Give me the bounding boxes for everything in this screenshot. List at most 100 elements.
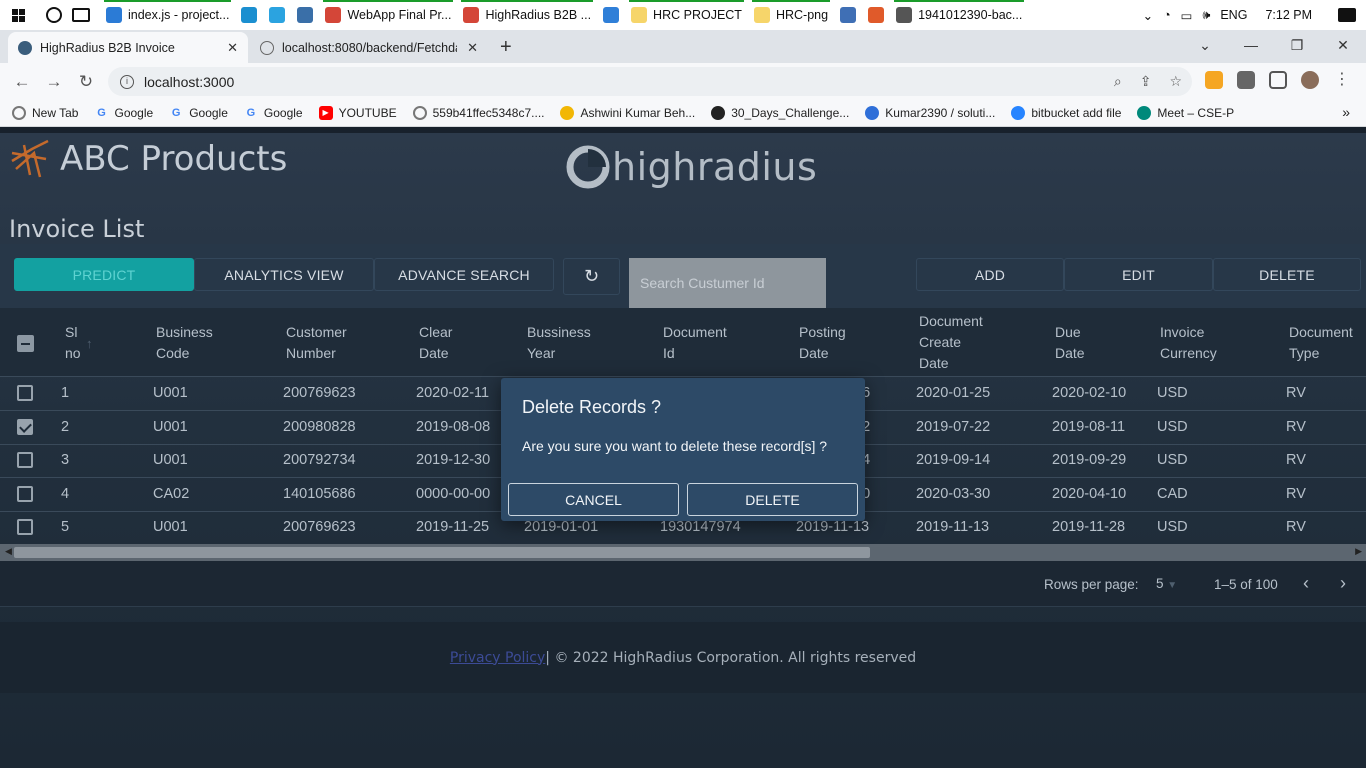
taskbar-app[interactable]: HighRadius B2B ... xyxy=(457,0,597,30)
language-indicator[interactable]: ENG xyxy=(1220,8,1247,22)
windows-start-button[interactable] xyxy=(0,8,36,22)
taskbar-app[interactable] xyxy=(235,0,263,30)
taskbar-app[interactable] xyxy=(834,0,862,30)
taskbar-app[interactable]: HRC-png xyxy=(748,0,834,30)
back-button[interactable]: ← xyxy=(6,72,38,92)
next-page-icon[interactable]: › xyxy=(1340,573,1346,594)
extension-icon[interactable] xyxy=(1205,71,1223,89)
refresh-icon[interactable]: ↻ xyxy=(563,258,620,295)
forward-button[interactable]: → xyxy=(38,72,70,92)
new-tab-button[interactable]: + xyxy=(500,36,512,59)
row-checkbox[interactable] xyxy=(17,385,33,401)
scroll-left-icon[interactable]: ◀ xyxy=(5,546,12,557)
row-checkbox[interactable] xyxy=(17,452,33,468)
notifications-icon[interactable] xyxy=(1338,8,1356,22)
table-cell: U001 xyxy=(153,385,188,401)
row-checkbox[interactable] xyxy=(17,418,33,435)
previous-page-icon[interactable]: ‹ xyxy=(1303,573,1309,594)
bookmark-item[interactable]: G Google xyxy=(244,106,303,120)
horizontal-scrollbar[interactable]: ◀ ▶ xyxy=(0,544,1366,561)
bookmark-item[interactable]: G Google xyxy=(169,106,228,120)
table-cell: U001 xyxy=(153,519,188,535)
bookmark-label: Kumar2390 / soluti... xyxy=(885,106,996,120)
column-header[interactable]: Sl no xyxy=(65,322,81,364)
advance-search-button[interactable]: Advance Search xyxy=(374,258,554,291)
column-header[interactable]: Document Id xyxy=(663,322,727,364)
select-all-checkbox[interactable] xyxy=(17,335,34,352)
cortana-icon[interactable] xyxy=(46,7,62,23)
column-header[interactable]: Bussiness Year xyxy=(527,322,591,364)
column-header[interactable]: Document Type xyxy=(1289,322,1353,364)
address-bar[interactable]: i localhost:3000 ⌕ ⇪ ☆ xyxy=(108,67,1192,96)
taskbar-app[interactable] xyxy=(597,0,625,30)
taskbar-app[interactable]: 1941012390-bac... xyxy=(890,0,1028,30)
minimize-button[interactable]: — xyxy=(1228,30,1274,60)
column-header[interactable]: Business Code xyxy=(156,322,213,364)
task-view-icon[interactable] xyxy=(72,8,90,22)
bookmark-item[interactable]: ▶ YOUTUBE xyxy=(318,106,397,120)
predict-button[interactable]: Predict xyxy=(14,258,194,291)
chevron-right-icon[interactable]: » xyxy=(1342,104,1350,120)
edit-button[interactable]: Edit xyxy=(1064,258,1213,291)
row-checkbox[interactable] xyxy=(17,485,33,502)
table-cell: RV xyxy=(1286,485,1306,502)
share-icon[interactable]: ⇪ xyxy=(1140,73,1152,90)
search-customer-input[interactable]: Search Custumer Id xyxy=(629,258,826,308)
rows-per-page-select[interactable]: 5 ▼ xyxy=(1156,576,1177,591)
avatar[interactable] xyxy=(1301,71,1319,89)
close-tab-icon[interactable]: ✕ xyxy=(227,40,238,56)
taskbar-app[interactable] xyxy=(291,0,319,30)
close-tab-icon[interactable]: ✕ xyxy=(467,40,478,56)
browser-tab-active[interactable]: HighRadius B2B Invoice ✕ xyxy=(8,32,248,63)
column-header[interactable]: Due Date xyxy=(1055,322,1085,364)
table-cell: 2019-07-22 xyxy=(916,418,991,435)
bookmark-label: Google xyxy=(263,106,303,120)
column-header[interactable]: Invoice Currency xyxy=(1160,322,1217,364)
column-header[interactable]: Clear Date xyxy=(419,322,452,364)
puzzle-icon[interactable] xyxy=(1237,71,1255,89)
privacy-policy-link[interactable]: Privacy Policy xyxy=(450,650,545,666)
bookmark-item[interactable]: Kumar2390 / soluti... xyxy=(865,106,995,120)
taskbar-app[interactable] xyxy=(862,0,890,30)
scroll-right-icon[interactable]: ▶ xyxy=(1355,546,1362,557)
menu-icon[interactable]: ⋮ xyxy=(1333,71,1351,89)
bookmark-item[interactable]: G Google xyxy=(94,106,153,120)
scroll-thumb[interactable] xyxy=(14,547,870,558)
analytics-view-button[interactable]: Analytics View xyxy=(194,258,374,291)
add-button[interactable]: Add xyxy=(916,258,1064,291)
bookmark-item[interactable]: bitbucket add file xyxy=(1011,106,1121,120)
side-panel-icon[interactable] xyxy=(1269,71,1287,89)
sort-arrow-icon[interactable]: ↑ xyxy=(86,336,93,351)
column-header[interactable]: Document Create Date xyxy=(919,311,983,374)
delete-button[interactable]: Delete xyxy=(1213,258,1361,291)
column-header[interactable]: Posting Date xyxy=(799,322,846,364)
table-cell: 200980828 xyxy=(283,418,356,435)
bookmark-item[interactable]: 559b41ffec5348c7.... xyxy=(412,106,544,120)
browser-tab[interactable]: localhost:8080/backend/Fetchdat ✕ xyxy=(250,32,488,63)
confirm-delete-button[interactable]: Delete xyxy=(687,483,858,516)
site-info-icon[interactable]: i xyxy=(120,74,134,89)
restore-button[interactable]: ❐ xyxy=(1274,30,1320,60)
zoom-icon[interactable]: ⌕ xyxy=(1114,73,1122,90)
table-cell: 200792734 xyxy=(283,452,356,468)
chevron-up-icon[interactable]: ⌄ xyxy=(1143,8,1153,23)
battery-icon[interactable]: ▭ xyxy=(1181,8,1193,23)
bookmark-item[interactable]: Meet – CSE-P xyxy=(1137,106,1234,120)
row-checkbox[interactable] xyxy=(17,519,33,535)
volume-icon[interactable]: 🕪 xyxy=(1202,8,1210,23)
taskbar-app[interactable] xyxy=(263,0,291,30)
reload-button[interactable]: ↻ xyxy=(70,72,102,92)
clock[interactable]: 7:12 PM xyxy=(1265,8,1312,22)
bookmark-item[interactable]: 30_Days_Challenge... xyxy=(711,106,849,120)
taskbar-app[interactable]: HRC PROJECT xyxy=(625,0,748,30)
bookmark-item[interactable]: Ashwini Kumar Beh... xyxy=(560,106,695,120)
wifi-icon[interactable]: ◔ xyxy=(1163,8,1171,22)
column-header[interactable]: Customer Number xyxy=(286,322,347,364)
taskbar-app[interactable]: index.js - project... xyxy=(100,0,235,30)
tab-search-icon[interactable]: ⌄ xyxy=(1182,30,1228,60)
star-icon[interactable]: ☆ xyxy=(1169,73,1182,90)
cancel-button[interactable]: Cancel xyxy=(508,483,679,516)
taskbar-app[interactable]: WebApp Final Pr... xyxy=(319,0,457,30)
bookmark-item[interactable]: New Tab xyxy=(12,106,78,120)
close-window-button[interactable]: ✕ xyxy=(1320,30,1366,60)
